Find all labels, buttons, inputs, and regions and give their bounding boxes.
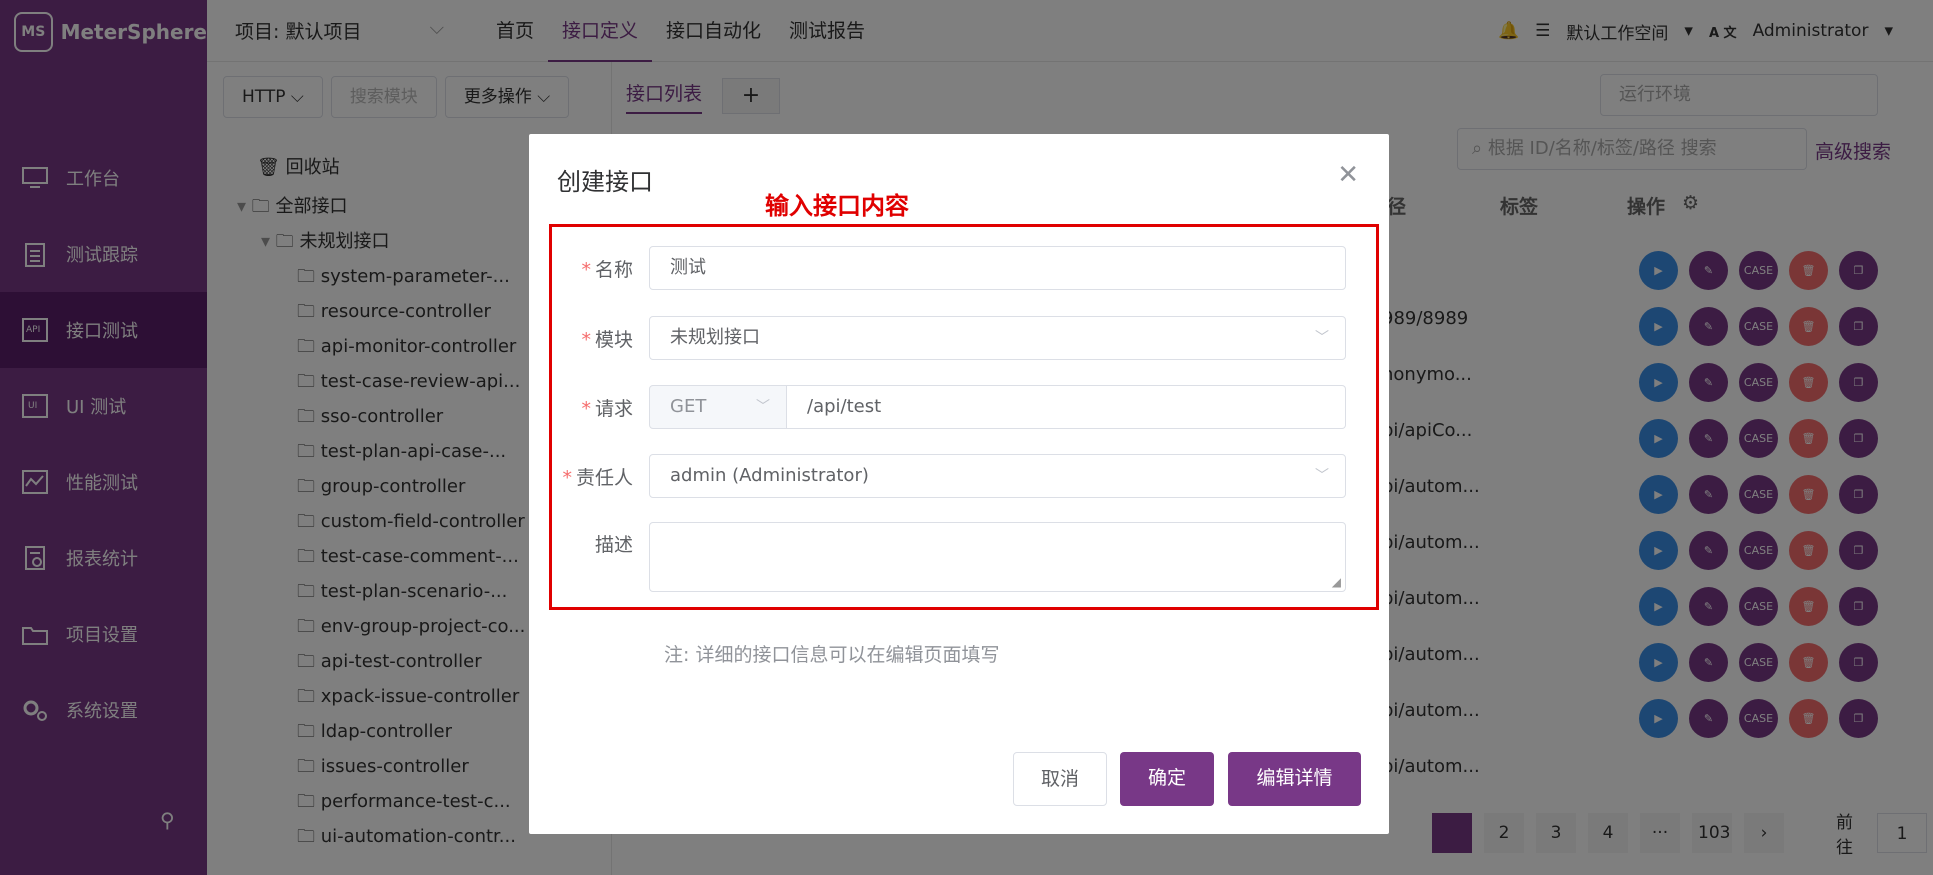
annotation-label: 输入接口内容 [765, 192, 909, 220]
path-input[interactable]: /api/test [787, 385, 1346, 429]
cancel-button[interactable]: 取消 [1013, 752, 1107, 806]
label-text: 名称 [594, 258, 633, 281]
form-row-desc: 描述 ◢ [529, 522, 1389, 592]
chevron-down-icon: ﹀ [756, 399, 770, 415]
edit-detail-button[interactable]: 编辑详情 [1228, 752, 1361, 806]
form-row-module: * 模块 未规划接口 ﹀ [529, 316, 1389, 360]
chevron-down-icon: ﹀ [1315, 468, 1329, 484]
description-textarea[interactable]: ◢ [649, 522, 1346, 592]
name-input[interactable]: 测试 [649, 246, 1346, 290]
method-select[interactable]: GET ﹀ [649, 385, 787, 429]
name-label: * 名称 [581, 258, 633, 281]
request-label: * 请求 [581, 397, 633, 420]
label-text: 责任人 [575, 466, 633, 489]
desc-label: 描述 [594, 534, 633, 556]
create-api-dialog: 创建接口 ✕ 输入接口内容 * 名称 测试 * 模块 未规划接口 ﹀ * 请求 GET ﹀… [529, 134, 1389, 834]
method-value: GET [670, 396, 707, 417]
module-value: 未规划接口 [670, 327, 760, 348]
confirm-button[interactable]: 确定 [1120, 752, 1214, 806]
label-text: 模块 [594, 328, 633, 351]
close-icon[interactable]: ✕ [1337, 160, 1359, 190]
dialog-title: 创建接口 [557, 168, 653, 196]
form-row-request: * 请求 GET ﹀ /api/test [529, 385, 1389, 429]
form-row-name: * 名称 测试 [529, 246, 1389, 290]
form-row-owner: * 责任人 admin (Administrator) ﹀ [529, 454, 1389, 498]
module-label: * 模块 [581, 328, 633, 351]
chevron-down-icon: ﹀ [1315, 330, 1329, 346]
module-select[interactable]: 未规划接口 ﹀ [649, 316, 1346, 360]
owner-label: * 责任人 [562, 466, 633, 489]
owner-select[interactable]: admin (Administrator) ﹀ [649, 454, 1346, 498]
owner-value: admin (Administrator) [670, 465, 869, 486]
label-text: 请求 [594, 397, 633, 420]
form-note: 注: 详细的接口信息可以在编辑页面填写 [664, 644, 1000, 666]
resize-handle-icon[interactable]: ◢ [1332, 575, 1341, 589]
